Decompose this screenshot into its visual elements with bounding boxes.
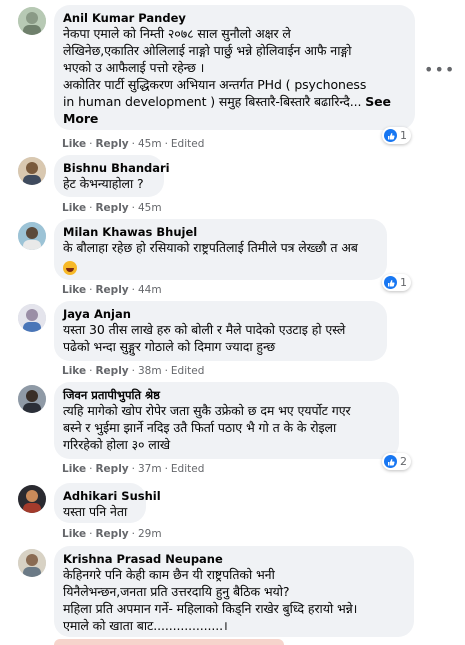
next-comment-edge	[54, 639, 284, 645]
avatar[interactable]	[18, 157, 46, 185]
like-button[interactable]: Like	[62, 284, 86, 296]
comment-text: यस्ता 30 तीस लाखे हरु को बोली र मैले पाद…	[63, 322, 346, 354]
reply-button[interactable]: Reply	[95, 284, 128, 296]
edited-label[interactable]: Edited	[171, 138, 204, 150]
like-button[interactable]: Like	[62, 528, 86, 540]
see-more-link[interactable]: See	[365, 94, 391, 109]
laughing-emoji-icon	[63, 260, 77, 275]
avatar[interactable]	[18, 7, 46, 35]
commenter-name[interactable]: Adhikari Sushil	[63, 489, 161, 503]
comment-actions: Like · Reply · 45m · Edited	[62, 138, 205, 150]
avatar[interactable]	[18, 304, 46, 332]
comment-bubble: Anil Kumar Pandey नेकपा एमाले को निम्ती …	[54, 5, 415, 130]
reply-button[interactable]: Reply	[95, 202, 128, 214]
comment-actions: Like · Reply · 29m	[62, 528, 162, 540]
like-button[interactable]: Like	[62, 365, 86, 377]
like-button[interactable]: Like	[62, 138, 86, 150]
commenter-name[interactable]: Krishna Prasad Neupane	[63, 552, 404, 566]
commenter-name[interactable]: Bishnu Bhandari	[63, 161, 170, 175]
comment-actions: Like · Reply · 38m · Edited	[62, 365, 205, 377]
commenter-name[interactable]: Jaya Anjan	[63, 307, 377, 321]
comment-actions: Like · Reply · 45m	[62, 202, 162, 214]
reply-button[interactable]: Reply	[95, 138, 128, 150]
comment-bubble: Adhikari Sushil यस्ता पनि नेता	[54, 483, 161, 523]
commenter-name[interactable]: Anil Kumar Pandey	[63, 11, 405, 25]
comment-text: त्यहि मागेको खोप रोपेर जता सुकै उफ्रेको …	[63, 403, 351, 452]
timestamp[interactable]: 45m	[138, 202, 162, 214]
commenter-name[interactable]: जिवन प्रतापीभुपति श्रेष्ठ	[63, 388, 389, 402]
edited-label[interactable]: Edited	[171, 365, 204, 377]
comment-text: यस्ता पनि नेता	[63, 504, 128, 519]
comment-text: केहिनगरे पनि केही काम छैन यी राष्ट्रपतिक…	[63, 567, 358, 633]
like-button[interactable]: Like	[62, 202, 86, 214]
comment-actions: Like · Reply · 37m · Edited	[62, 463, 205, 475]
like-reaction-icon	[384, 129, 397, 142]
timestamp[interactable]: 29m	[138, 528, 162, 540]
more-options-icon[interactable]: •••	[424, 60, 455, 79]
comment-bubble: जिवन प्रतापीभुपति श्रेष्ठ त्यहि मागेको ख…	[54, 382, 399, 459]
like-reaction-icon	[384, 276, 397, 289]
comment-text: के बौलाहा रहेछ हो रसियाको राष्ट्रपतिलाई …	[63, 239, 377, 275]
comment-text: नेकपा एमाले को निम्ती २०७८ साल सुनौलो अक…	[63, 25, 405, 127]
comment-text: हेट केभन्याहोला ?	[63, 176, 144, 191]
reaction-count[interactable]: 1	[382, 274, 411, 291]
reaction-count[interactable]: 2	[382, 453, 411, 470]
avatar[interactable]	[18, 485, 46, 513]
edited-label[interactable]: Edited	[171, 463, 204, 475]
avatar[interactable]	[18, 385, 46, 413]
avatar[interactable]	[18, 549, 46, 577]
avatar[interactable]	[18, 222, 46, 250]
comment-bubble: Jaya Anjan यस्ता 30 तीस लाखे हरु को बोली…	[54, 301, 387, 361]
timestamp[interactable]: 38m	[138, 365, 162, 377]
timestamp[interactable]: 37m	[138, 463, 162, 475]
reply-button[interactable]: Reply	[95, 528, 128, 540]
comment-bubble: Krishna Prasad Neupane केहिनगरे पनि केही…	[54, 546, 414, 637]
like-button[interactable]: Like	[62, 463, 86, 475]
commenter-name[interactable]: Milan Khawas Bhujel	[63, 225, 377, 239]
reply-button[interactable]: Reply	[95, 365, 128, 377]
reaction-count[interactable]: 1	[382, 127, 411, 144]
see-more-link-cont[interactable]: More	[63, 110, 405, 127]
comment-actions: Like · Reply · 44m	[62, 284, 162, 296]
timestamp[interactable]: 45m	[138, 138, 162, 150]
comment-bubble: Bishnu Bhandari हेट केभन्याहोला ?	[54, 155, 170, 197]
reply-button[interactable]: Reply	[95, 463, 128, 475]
like-reaction-icon	[384, 455, 397, 468]
comment-bubble: Milan Khawas Bhujel के बौलाहा रहेछ हो रस…	[54, 219, 387, 280]
timestamp[interactable]: 44m	[138, 284, 162, 296]
